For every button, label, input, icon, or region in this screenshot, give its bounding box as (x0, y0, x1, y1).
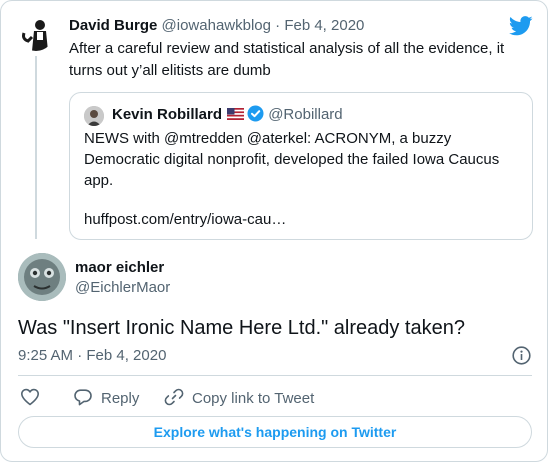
main-tweet-timestamp[interactable]: 9:25 AM · Feb 4, 2020 (18, 346, 166, 366)
parent-author-handle[interactable]: @iowahawkblog (162, 17, 271, 34)
quoted-author-name: Kevin Robillard (112, 106, 223, 123)
thread-connector-line (35, 56, 37, 239)
quoted-tweet-card[interactable]: Kevin Robillard @Robillard NEWS with @mt… (69, 92, 533, 240)
twitter-bird-icon[interactable] (508, 16, 533, 36)
tweet-embed-card: David Burge @iowahawkblog · Feb 4, 2020 … (0, 0, 548, 462)
quoted-author-handle: @Robillard (268, 106, 343, 123)
copy-link-button[interactable]: Copy link to Tweet (164, 387, 314, 407)
quoted-tweet-header: Kevin Robillard @Robillard (112, 105, 343, 125)
link-icon (164, 388, 192, 407)
actions-divider (18, 375, 532, 376)
main-author-avatar[interactable] (18, 253, 66, 301)
parent-tweet-date[interactable]: Feb 4, 2020 (284, 17, 364, 34)
explore-twitter-button[interactable]: Explore what's happening on Twitter (18, 416, 532, 448)
quoted-author-avatar (84, 106, 104, 126)
us-flag-icon (227, 106, 245, 120)
parent-author-avatar[interactable] (18, 15, 54, 51)
quoted-tweet-text: NEWS with @mtredden @aterkel: ACRONYM, a… (84, 130, 500, 189)
quoted-tweet-link[interactable]: huffpost.com/entry/iowa-cau… (84, 209, 286, 230)
parent-tweet-text: After a careful review and statistical a… (69, 40, 505, 79)
like-button[interactable] (20, 387, 48, 407)
heart-icon (20, 388, 48, 407)
main-tweet-text: Was "Insert Ironic Name Here Ltd." alrea… (18, 317, 465, 339)
parent-author-name[interactable]: David Burge (69, 17, 157, 34)
info-icon[interactable] (512, 346, 531, 365)
reply-button[interactable]: Reply (73, 387, 139, 407)
verified-badge-icon (247, 105, 264, 122)
copy-link-label: Copy link to Tweet (192, 390, 315, 407)
main-author-handle[interactable]: @EichlerMaor (75, 278, 170, 298)
parent-tweet-header: David Burge @iowahawkblog · Feb 4, 2020 (69, 16, 364, 36)
main-author-name[interactable]: maor eichler (75, 258, 164, 278)
reply-icon (73, 389, 101, 407)
header-separator: · (275, 17, 281, 34)
reply-label: Reply (101, 390, 140, 407)
